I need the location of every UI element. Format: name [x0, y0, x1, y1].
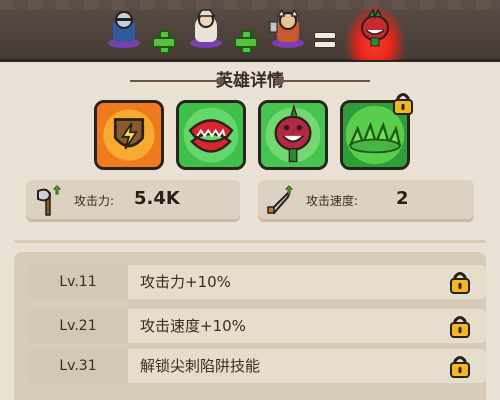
- list-item: Lv.11 攻击力+10%: [28, 265, 486, 299]
- attack-speed-label: 攻击速度:: [306, 194, 359, 208]
- list-item: Lv.31 解锁尖刺陷阱技能: [28, 349, 486, 383]
- lightning-shield-skill-icon[interactable]: [94, 100, 164, 170]
- plus-icon: [234, 30, 258, 54]
- level-unlock-list[interactable]: Lv.11 攻击力+10% Lv.21 攻击速度+10% Lv.31 解锁尖刺陷…: [14, 252, 486, 400]
- plus-icon: [152, 30, 176, 54]
- attack-power-stat: 攻击力: 5.4K: [26, 180, 240, 222]
- level-label: Lv.31: [28, 349, 128, 383]
- archer-hero-icon[interactable]: [186, 8, 226, 48]
- attack-speed-value: 2: [396, 188, 409, 209]
- equals-icon: [314, 32, 336, 48]
- title-divider-left: [130, 77, 224, 85]
- title-row: 英雄详情: [0, 68, 500, 94]
- chomp-plant-skill-icon[interactable]: [176, 100, 246, 170]
- page-title: 英雄详情: [216, 71, 284, 91]
- axe-icon: [32, 185, 64, 217]
- lock-icon: [450, 314, 470, 338]
- attack-power-value: 5.4K: [134, 188, 180, 209]
- plant-monster-hero-icon[interactable]: [355, 8, 395, 48]
- lock-icon: [450, 270, 470, 294]
- level-label: Lv.21: [28, 309, 128, 343]
- level-bonus-text: 攻击力+10%: [140, 273, 231, 291]
- level-label: Lv.11: [28, 265, 128, 299]
- attack-power-label: 攻击力:: [74, 194, 115, 208]
- lock-icon: [450, 354, 470, 378]
- viking-hero-icon[interactable]: [268, 8, 308, 48]
- title-divider-right: [276, 77, 370, 85]
- level-bonus-text: 解锁尖刺陷阱技能: [140, 357, 261, 375]
- level-bonus-text: 攻击速度+10%: [140, 317, 246, 335]
- attack-speed-stat: 攻击速度: 2: [258, 180, 474, 222]
- section-divider: [14, 240, 486, 243]
- lock-icon: [392, 91, 414, 115]
- list-item: Lv.21 攻击速度+10%: [28, 309, 486, 343]
- plant-monster-skill-icon[interactable]: [258, 100, 328, 170]
- knight-hero-icon[interactable]: [104, 8, 144, 48]
- sword-speed-icon: [264, 185, 296, 217]
- hero-merge-banner: [0, 0, 500, 62]
